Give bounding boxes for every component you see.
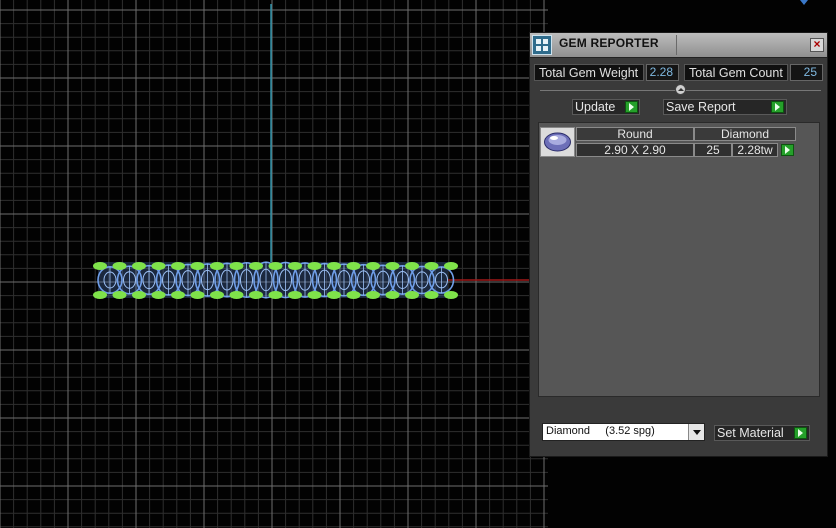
gem-reporter-icon bbox=[532, 35, 552, 55]
save-report-button-label: Save Report bbox=[666, 100, 736, 114]
panel-slider-handle[interactable] bbox=[675, 84, 686, 95]
gem-list[interactable]: Round Diamond 2.90 X 2.90 25 2.28tw bbox=[538, 122, 820, 397]
round-gem-icon bbox=[540, 127, 575, 157]
row-play-arrow-icon[interactable] bbox=[781, 144, 794, 156]
close-icon[interactable]: × bbox=[810, 38, 824, 52]
gem-shape-cell: Round bbox=[576, 127, 694, 141]
set-material-button[interactable]: Set Material bbox=[714, 425, 810, 441]
total-gem-weight-value: 2.28 bbox=[646, 64, 679, 81]
gem-count-cell: 25 bbox=[694, 143, 732, 157]
total-gem-weight-label: Total Gem Weight bbox=[534, 64, 644, 81]
total-gem-count-value: 25 bbox=[790, 64, 823, 81]
panel-titlebar[interactable]: GEM REPORTER × bbox=[530, 33, 827, 58]
set-material-button-label: Set Material bbox=[717, 426, 784, 440]
update-button[interactable]: Update bbox=[572, 99, 640, 115]
total-gem-count-label: Total Gem Count bbox=[684, 64, 788, 81]
play-arrow-icon bbox=[794, 427, 807, 439]
material-select-value: Diamond (3.52 spg) bbox=[546, 425, 655, 437]
gem-weight-cell: 2.28tw bbox=[732, 143, 778, 157]
play-arrow-icon bbox=[625, 101, 638, 113]
gem-reporter-panel: GEM REPORTER × Total Gem Weight 2.28 Tot… bbox=[529, 32, 828, 457]
chevron-down-icon[interactable] bbox=[688, 424, 704, 440]
gem-material-cell: Diamond bbox=[694, 127, 796, 141]
title-divider bbox=[676, 35, 677, 55]
update-button-label: Update bbox=[575, 100, 616, 114]
material-select[interactable]: Diamond (3.52 spg) bbox=[542, 423, 705, 441]
nav-arrow-icon bbox=[800, 0, 808, 5]
gem-size-cell: 2.90 X 2.90 bbox=[576, 143, 694, 157]
save-report-button[interactable]: Save Report bbox=[663, 99, 787, 115]
play-arrow-icon bbox=[771, 101, 784, 113]
panel-title: GEM REPORTER bbox=[559, 36, 659, 50]
